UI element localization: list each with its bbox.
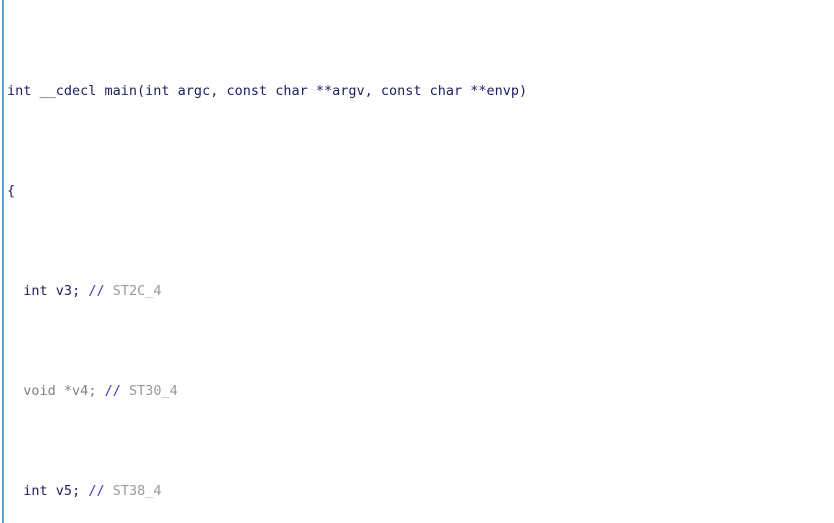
decl-name-v4[interactable]: v4 (72, 383, 88, 399)
decl-type-int: int (23, 483, 48, 499)
hexrays-pseudocode-window: int __cdecl main(int argc, const char **… (0, 0, 834, 523)
code-line-signature[interactable]: int __cdecl main(int argc, const char **… (7, 81, 576, 101)
code-line-decl-v5[interactable]: int v5; // ST38_4 (7, 481, 576, 501)
decl-type-voidptr: void * (23, 383, 73, 399)
pseudocode-text[interactable]: int __cdecl main(int argc, const char **… (7, 1, 576, 523)
function-signature: int __cdecl main(int argc, const char **… (7, 83, 528, 99)
comment-marker-icon: // (104, 383, 121, 399)
semicolon: ; (72, 283, 81, 299)
decl-comment-v3: ST2C_4 (112, 283, 162, 299)
decl-type-int: int (23, 283, 48, 299)
decl-name-v5[interactable]: v5 (56, 483, 72, 499)
decl-name-v3[interactable]: v3 (56, 283, 72, 299)
comment-marker-icon: // (88, 283, 105, 299)
decl-comment-v5: ST38_4 (112, 483, 162, 499)
semicolon: ; (72, 483, 81, 499)
comment-marker-icon: // (88, 483, 105, 499)
code-line-decl-v4[interactable]: void *v4; // ST30_4 (7, 381, 576, 401)
code-line-decl-v3[interactable]: int v3; // ST2C_4 (7, 281, 576, 301)
semicolon: ; (88, 383, 97, 399)
open-brace: { (7, 183, 16, 199)
code-line-open-brace[interactable]: { (7, 181, 576, 201)
code-folding-gutter[interactable] (2, 0, 4, 523)
decl-comment-v4: ST30_4 (129, 383, 178, 399)
